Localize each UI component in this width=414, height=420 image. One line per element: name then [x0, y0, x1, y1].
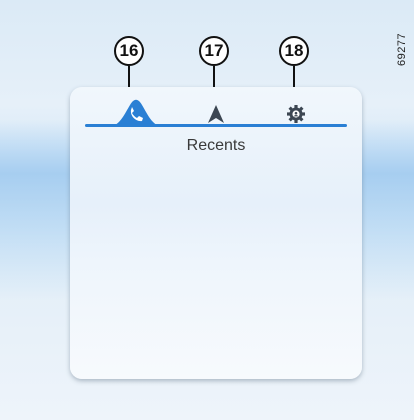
tab-recents[interactable]	[106, 87, 166, 127]
phone-icon	[110, 99, 162, 127]
figure-reference: 69277	[396, 32, 408, 66]
recents-panel: Recents	[70, 87, 362, 379]
tab-navigation[interactable]	[186, 87, 246, 127]
callout-17: 17	[199, 36, 229, 66]
panel-title: Recents	[186, 137, 246, 154]
settings-gear-icon	[287, 105, 305, 123]
tab-bar	[70, 87, 362, 127]
tab-settings[interactable]	[266, 87, 326, 127]
navigation-arrow-icon	[208, 105, 224, 123]
callout-16: 16	[114, 36, 144, 66]
callout-18: 18	[279, 36, 309, 66]
